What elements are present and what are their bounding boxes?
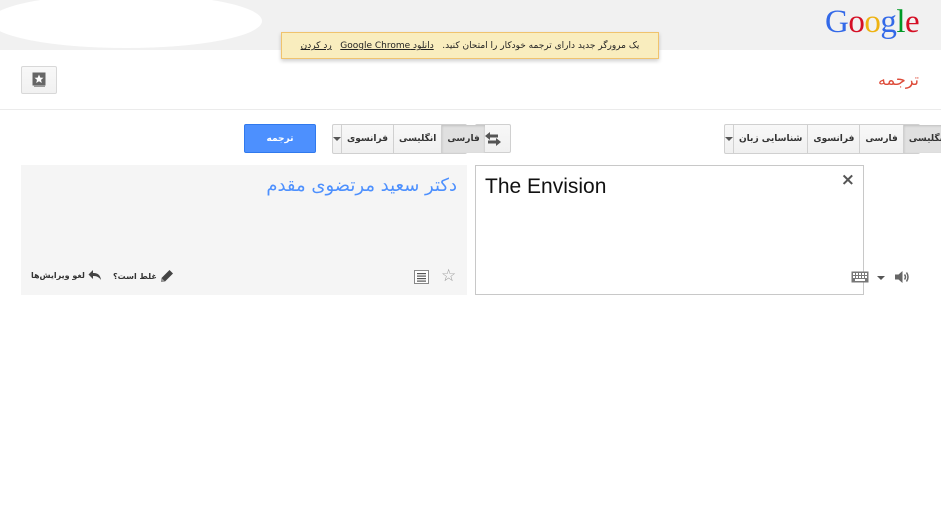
translation-result-area: دکتر سعید مرتضوی مقدم ☆ غلط است؟ لغو ویر… bbox=[21, 165, 467, 295]
undo-edits-button[interactable]: لغو ویرایش‌ها bbox=[31, 269, 102, 281]
phrasebook-button[interactable] bbox=[21, 66, 57, 94]
wrong-translation-label: غلط است؟ bbox=[113, 271, 157, 281]
logo-letter: g bbox=[880, 4, 897, 40]
target-lang-persian[interactable]: فارسی bbox=[441, 125, 485, 153]
source-language-bar: شناسایی زبان فرانسوی فارسی انگلیسی bbox=[724, 124, 941, 154]
source-lang-detect[interactable]: شناسایی زبان bbox=[733, 125, 807, 153]
source-text-area[interactable]: The Envision × bbox=[475, 165, 909, 295]
speaker-icon[interactable] bbox=[894, 269, 910, 285]
pencil-icon bbox=[160, 270, 173, 282]
notice-text: یک مرورگر جدید دارای ترجمه خودکار را امت… bbox=[442, 41, 640, 51]
download-chrome-link[interactable]: دانلود Google Chrome bbox=[340, 41, 433, 51]
chevron-down-icon bbox=[333, 137, 341, 141]
wrong-translation-button[interactable]: غلط است؟ bbox=[113, 269, 174, 283]
keyboard-icon[interactable] bbox=[851, 271, 869, 283]
google-logo[interactable]: Google bbox=[825, 4, 920, 41]
logo-letter: o bbox=[848, 4, 865, 40]
target-language-dropdown[interactable] bbox=[333, 125, 341, 153]
page-title: ترجمه bbox=[878, 70, 919, 89]
chevron-down-icon bbox=[725, 137, 733, 141]
chrome-promo-notice: یک مرورگر جدید دارای ترجمه خودکار را امت… bbox=[281, 32, 659, 59]
swap-icon bbox=[485, 131, 501, 146]
target-language-bar: فرانسوی انگلیسی فارسی bbox=[332, 124, 485, 154]
source-text[interactable]: The Envision bbox=[485, 175, 606, 199]
header-divider bbox=[0, 109, 941, 110]
input-tools-chevron-icon[interactable] bbox=[877, 276, 885, 280]
target-lang-english[interactable]: انگلیسی bbox=[393, 125, 441, 153]
logo-letter: l bbox=[896, 4, 906, 40]
undo-arrow-icon bbox=[88, 270, 101, 280]
logo-letter: e bbox=[905, 4, 920, 40]
undo-edits-label: لغو ویرایش‌ها bbox=[31, 270, 85, 280]
clear-icon[interactable]: × bbox=[841, 170, 855, 190]
logo-letter: G bbox=[825, 4, 849, 40]
redacted-area bbox=[0, 0, 262, 48]
star-icon[interactable]: ☆ bbox=[441, 266, 456, 286]
source-language-dropdown[interactable] bbox=[725, 125, 733, 153]
translated-text[interactable]: دکتر سعید مرتضوی مقدم bbox=[266, 175, 457, 196]
dismiss-link[interactable]: رد کردن bbox=[301, 41, 332, 51]
list-icon[interactable] bbox=[414, 270, 429, 284]
source-lang-persian[interactable]: فارسی bbox=[859, 125, 902, 153]
phrasebook-star-icon bbox=[32, 72, 46, 87]
target-lang-french[interactable]: فرانسوی bbox=[341, 125, 393, 153]
source-lang-french[interactable]: فرانسوی bbox=[807, 125, 859, 153]
source-lang-english[interactable]: انگلیسی bbox=[902, 125, 941, 153]
translate-button[interactable]: ترجمه bbox=[244, 124, 316, 153]
logo-letter: o bbox=[864, 4, 881, 40]
